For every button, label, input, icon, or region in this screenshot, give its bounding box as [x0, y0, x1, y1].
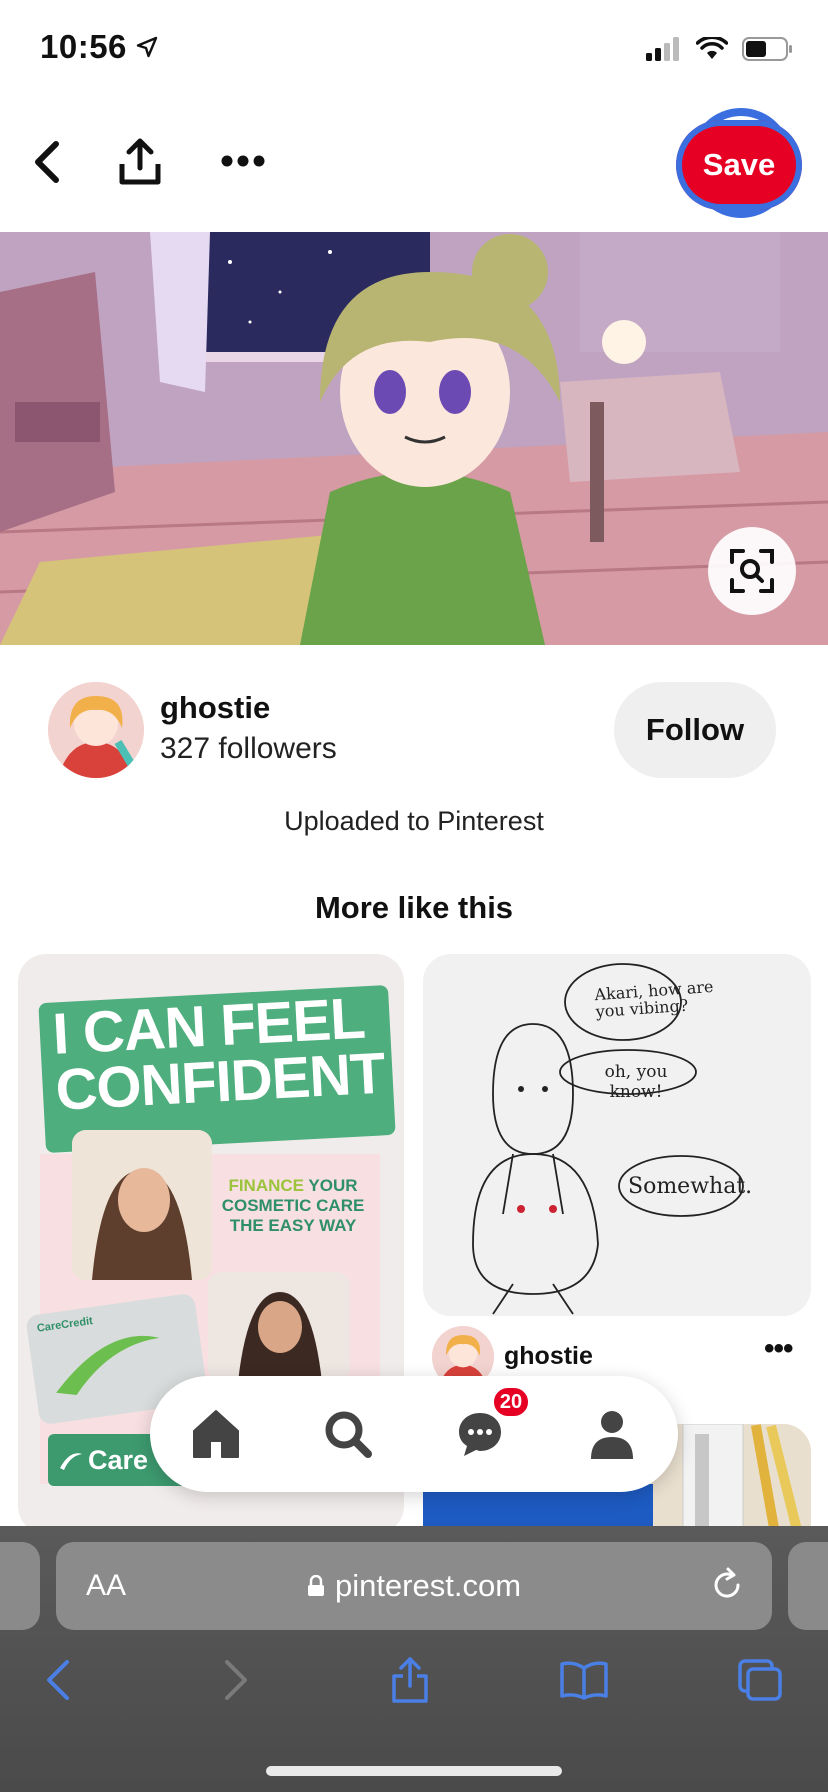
home-icon — [193, 1410, 239, 1458]
share-button[interactable] — [118, 138, 162, 191]
address-bar[interactable]: AA pinterest.com — [56, 1542, 772, 1630]
pin-creator-name[interactable]: ghostie — [504, 1342, 593, 1371]
sketch-bubble-3: Somewhat. — [628, 1174, 753, 1199]
reload-icon[interactable] — [708, 1566, 746, 1604]
safari-back-button[interactable] — [28, 1650, 88, 1710]
share-icon — [392, 1657, 428, 1703]
upload-source: Uploaded to Pinterest — [284, 806, 544, 836]
person-icon — [591, 1411, 633, 1459]
safari-forward-button[interactable] — [206, 1650, 266, 1710]
ad-footer-text: Care — [88, 1444, 149, 1475]
visual-search-button[interactable] — [708, 527, 796, 615]
woman-photo-1 — [72, 1130, 212, 1280]
nav-profile[interactable] — [577, 1399, 647, 1469]
messages-badge: 20 — [491, 1385, 531, 1419]
back-button[interactable] — [30, 140, 64, 189]
creator-name[interactable]: ghostie — [160, 690, 270, 726]
lock-icon — [307, 1575, 324, 1596]
chevron-left-icon — [47, 1660, 69, 1700]
share-icon — [119, 138, 161, 185]
section-title: More like this — [314, 890, 514, 925]
ad-headline: I CAN FEEL CONFIDENT — [51, 986, 396, 1123]
creator-followers: 327 followers — [160, 732, 337, 765]
pin-main-image[interactable] — [0, 232, 828, 645]
ad-tagline: FINANCE YOUR COSMETIC CARE THE EASY WAY — [218, 1176, 368, 1236]
url-text: pinterest.com — [334, 1568, 522, 1603]
ad-photo-woman-2 — [208, 1272, 350, 1382]
anime-girl-illustration — [0, 232, 828, 645]
location-arrow-icon — [136, 36, 158, 58]
safari-bookmarks-button[interactable] — [554, 1650, 614, 1710]
ad-photo-woman-1 — [72, 1130, 212, 1280]
ad-tagline-finance: FINANCE — [228, 1176, 304, 1195]
creator-avatar[interactable] — [48, 682, 144, 778]
avatar-illustration — [48, 682, 144, 778]
next-tab-peek[interactable] — [788, 1542, 828, 1630]
card-brand: CareCredit — [36, 1315, 94, 1335]
cellular-signal-icon — [646, 37, 679, 61]
nav-home[interactable] — [181, 1399, 251, 1469]
ellipsis-icon — [221, 155, 265, 167]
pin-card-sketch[interactable]: Akari, how are you vibing? oh, you know!… — [423, 954, 811, 1316]
chat-bubble-icon — [459, 1413, 501, 1456]
status-indicators — [646, 36, 794, 62]
more-options-button[interactable] — [220, 154, 266, 173]
status-time-text: 10:56 — [40, 28, 127, 65]
book-icon — [560, 1661, 608, 1700]
search-icon — [325, 1411, 372, 1458]
chevron-right-icon — [225, 1660, 247, 1700]
chevron-left-icon — [35, 141, 59, 183]
follow-button[interactable]: Follow — [614, 682, 776, 778]
safari-share-button[interactable] — [380, 1650, 440, 1710]
battery-icon — [742, 37, 792, 61]
save-button[interactable]: Save — [676, 120, 802, 210]
wifi-icon — [696, 37, 728, 59]
card-swoosh-icon — [56, 1335, 160, 1395]
ad-tagline-line1: FINANCE YOUR — [218, 1176, 368, 1196]
home-indicator[interactable] — [266, 1766, 562, 1776]
ad-tagline-line3: THE EASY WAY — [229, 1216, 357, 1235]
lens-search-icon — [730, 549, 774, 593]
woman-photo-2 — [208, 1272, 350, 1382]
ad-tagline-line2: COSMETIC CARE — [221, 1196, 365, 1215]
safari-tabs-button[interactable] — [730, 1650, 790, 1710]
pin-more-button[interactable]: ••• — [764, 1332, 793, 1366]
bottom-nav: 20 — [150, 1376, 678, 1492]
ad-tagline-your: YOUR — [308, 1176, 358, 1195]
url-display[interactable]: pinterest.com — [56, 1568, 772, 1604]
reader-options-button[interactable]: AA — [86, 1569, 126, 1603]
nav-search[interactable] — [313, 1399, 383, 1469]
sketch-bubble-2: oh, you know! — [604, 1062, 668, 1102]
tabs-icon — [738, 1659, 782, 1701]
status-time: 10:56 — [40, 28, 159, 66]
carecredit-logo-icon — [60, 1453, 82, 1470]
nav-messages[interactable]: 20 — [445, 1385, 531, 1469]
previous-tab-peek[interactable] — [0, 1542, 40, 1630]
